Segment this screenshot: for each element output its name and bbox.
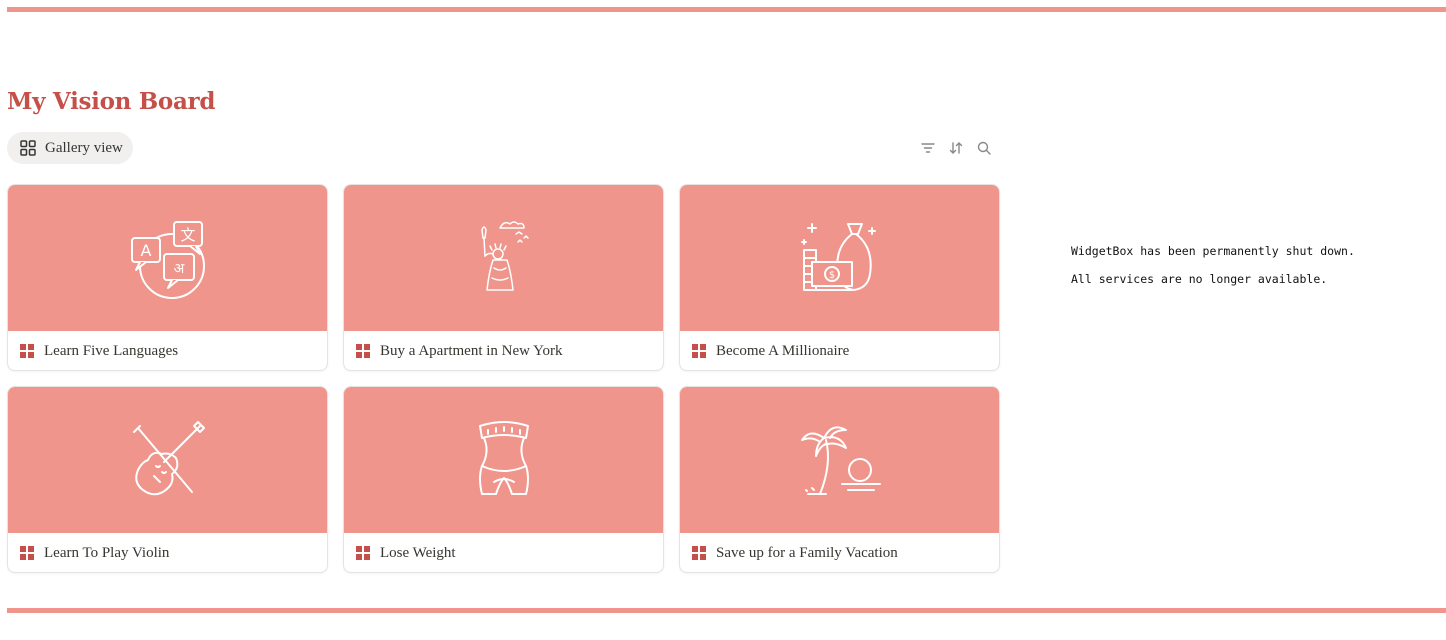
page-icon [356, 546, 370, 560]
translate-icon: A 文 अ [130, 221, 205, 299]
gallery-grid-icon [20, 140, 36, 156]
gallery-card[interactable]: Save up for a Family Vacation [679, 386, 1000, 573]
search-icon[interactable] [976, 139, 992, 157]
violin-icon [132, 421, 205, 496]
card-title: Learn Five Languages [44, 342, 179, 359]
gallery-card[interactable]: Learn To Play Violin [7, 386, 328, 573]
gallery-card[interactable]: Lose Weight [343, 386, 664, 573]
card-title: Lose Weight [380, 544, 456, 561]
card-cover [344, 387, 663, 533]
widget-shutdown-notice: WidgetBox has been permanently shut down… [1071, 244, 1355, 300]
top-divider [7, 7, 1446, 12]
page-icon [692, 546, 706, 560]
widget-message-line: WidgetBox has been permanently shut down… [1071, 244, 1355, 258]
svg-text:अ: अ [173, 261, 184, 277]
widget-message-line: All services are no longer available. [1071, 272, 1328, 286]
svg-text:文: 文 [180, 226, 195, 244]
filter-icon[interactable] [920, 139, 936, 157]
page-icon [20, 546, 34, 560]
palm-beach-icon [800, 426, 881, 495]
money-bag-icon: $ [800, 223, 876, 291]
card-cover: A 文 अ [8, 185, 327, 331]
page-icon [20, 344, 34, 358]
statue-of-liberty-icon [480, 221, 529, 291]
card-title: Buy a Apartment in New York [380, 342, 563, 359]
card-title: Save up for a Family Vacation [716, 544, 898, 561]
svg-text:$: $ [828, 270, 834, 281]
sort-icon[interactable] [948, 139, 964, 157]
card-title: Become A Millionaire [716, 342, 850, 359]
card-title: Learn To Play Violin [44, 544, 170, 561]
waist-measure-icon [478, 421, 529, 495]
card-cover: $ [680, 185, 999, 331]
svg-text:A: A [140, 241, 151, 260]
page-title: My Vision Board [7, 88, 216, 115]
bottom-divider [7, 608, 1446, 613]
card-cover [344, 185, 663, 331]
card-cover [680, 387, 999, 533]
gallery-card[interactable]: $ Become A Millionaire [679, 184, 1000, 371]
gallery-card[interactable]: A 文 अ Learn Five Languages [7, 184, 328, 371]
page-icon [692, 344, 706, 358]
gallery-view-tab[interactable]: Gallery view [7, 132, 133, 164]
gallery-card[interactable]: Buy a Apartment in New York [343, 184, 664, 371]
gallery-view-label: Gallery view [45, 139, 123, 156]
page-icon [356, 344, 370, 358]
view-toolbar [920, 139, 992, 157]
card-cover [8, 387, 327, 533]
